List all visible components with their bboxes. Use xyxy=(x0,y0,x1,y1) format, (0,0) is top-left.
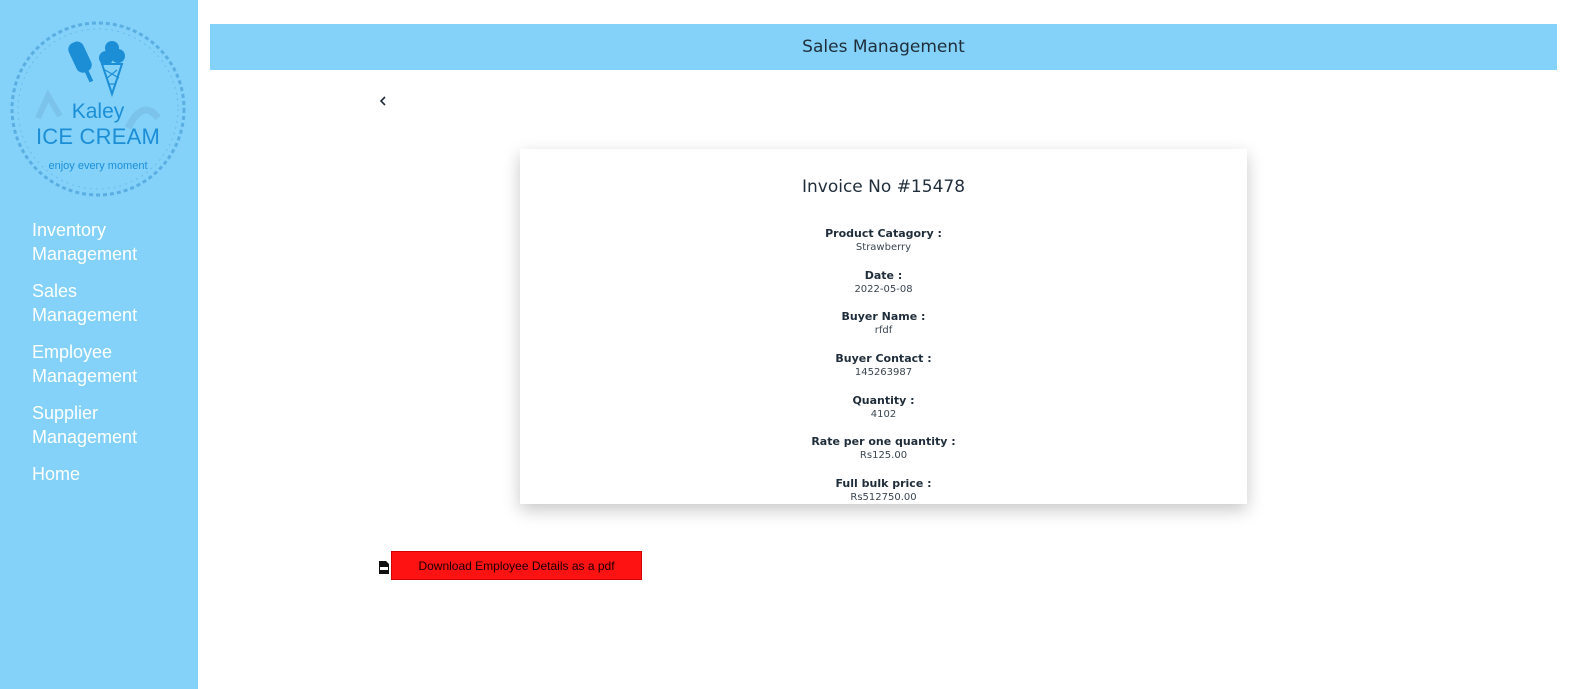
sidebar-item-label: Management xyxy=(32,427,138,447)
sidebar-item-label: Sales xyxy=(32,281,78,301)
page-title: Sales Management xyxy=(802,37,965,57)
sidebar-item-label: Employee xyxy=(32,342,113,362)
invoice-field-quantity: Quantity : 4102 xyxy=(520,394,1247,436)
invoice-field-date: Date : 2022-05-08 xyxy=(520,269,1247,311)
invoice-fields: Product Catagory : Strawberry Date : 202… xyxy=(520,227,1247,504)
invoice-field-product-category: Product Catagory : Strawberry xyxy=(520,227,1247,269)
brand-name-line1: Kaley xyxy=(71,100,125,123)
back-button[interactable] xyxy=(376,92,390,110)
field-value: 145263987 xyxy=(854,367,913,379)
invoice-title: Invoice No #15478 xyxy=(801,177,966,197)
sidebar-item-inventory-management[interactable]: Inventory Management xyxy=(32,218,192,266)
sidebar-item-home[interactable]: Home xyxy=(32,462,192,486)
chevron-left-icon xyxy=(379,96,386,106)
field-label: Full bulk price : xyxy=(835,477,932,491)
sidebar-nav: Inventory Management Sales Management Em… xyxy=(32,218,192,499)
sidebar-item-sales-management[interactable]: Sales Management xyxy=(32,279,192,327)
field-value: Rs125.00 xyxy=(859,450,908,462)
invoice-field-buyer-name: Buyer Name : rfdf xyxy=(520,310,1247,352)
sidebar-item-label: Supplier xyxy=(32,403,99,423)
sidebar-item-label: Management xyxy=(32,366,138,386)
field-label: Rate per one quantity : xyxy=(811,435,956,449)
invoice-card: Invoice No #15478 Product Catagory : Str… xyxy=(520,149,1247,504)
field-value: Strawberry xyxy=(855,242,912,253)
sidebar-item-label: Management xyxy=(32,305,138,325)
download-pdf-button[interactable]: Download Employee Details as a pdf xyxy=(391,551,642,580)
invoice-field-rate: Rate per one quantity : Rs125.00 xyxy=(520,435,1247,477)
field-label: Quantity : xyxy=(852,393,915,407)
invoice-field-full-bulk-price: Full bulk price : Rs512750.00 xyxy=(520,477,1247,504)
field-label: Buyer Contact : xyxy=(835,352,932,366)
sidebar: Kaley ICE CREAM enjoy every moment Inven… xyxy=(0,0,198,689)
sidebar-item-label: Home xyxy=(32,464,81,484)
field-label: Buyer Name : xyxy=(841,310,926,324)
sidebar-item-label: Management xyxy=(32,244,138,264)
field-value: rfdf xyxy=(874,325,893,337)
sidebar-item-label: Inventory xyxy=(32,220,107,240)
field-label: Product Catagory : xyxy=(825,227,942,240)
brand-name-line2: ICE CREAM xyxy=(35,124,161,149)
field-value: 4102 xyxy=(870,408,897,420)
brand-tagline: enjoy every moment xyxy=(48,160,148,172)
page-header: Sales Management xyxy=(210,24,1557,70)
pdf-file-icon xyxy=(379,559,389,574)
sidebar-item-employee-management[interactable]: Employee Management xyxy=(32,340,192,388)
field-label: Date : xyxy=(864,268,903,282)
field-value: Rs512750.00 xyxy=(850,492,917,504)
sidebar-item-supplier-management[interactable]: Supplier Management xyxy=(32,401,192,449)
invoice-field-buyer-contact: Buyer Contact : 145263987 xyxy=(520,352,1247,394)
field-value: 2022-05-08 xyxy=(854,283,913,295)
